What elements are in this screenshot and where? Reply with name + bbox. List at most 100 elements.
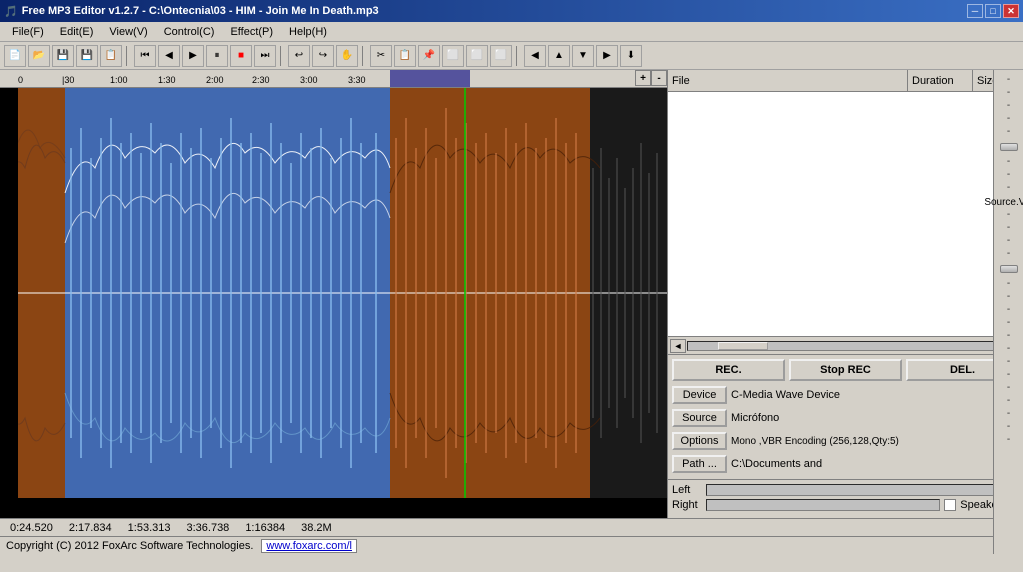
vol-dash-21: -	[1007, 382, 1010, 394]
file-col-duration[interactable]: Duration	[908, 70, 973, 91]
toolbar-new[interactable]: 📄	[4, 45, 26, 67]
toolbar-save[interactable]: 💾	[52, 45, 74, 67]
vol-dash-1: -	[1007, 74, 1010, 86]
toolbar-end[interactable]: ⏭	[254, 45, 276, 67]
menu-view[interactable]: View(V)	[101, 24, 155, 40]
toolbar-prev[interactable]: ◀	[158, 45, 180, 67]
ruler-2m: 2:00	[206, 75, 224, 85]
toolbar-stop[interactable]: ■	[230, 45, 252, 67]
toolbar-pause[interactable]: ⏸	[206, 45, 228, 67]
copyright-text: Copyright (C) 2012 FoxArc Software Techn…	[6, 540, 253, 552]
menu-bar: File(F) Edit(E) View(V) Control(C) Effec…	[0, 22, 1023, 42]
window-controls: ─ □ ✕	[967, 4, 1019, 18]
source-row: Source Micrófono	[672, 409, 1019, 427]
left-level-row: Left	[672, 484, 1019, 496]
options-row: Options Mono ,VBR Encoding (256,128,Qty:…	[672, 432, 1019, 450]
toolbar-btn6[interactable]: ▼	[572, 45, 594, 67]
toolbar-save3[interactable]: 📋	[100, 45, 122, 67]
time-3: 1:53.313	[128, 522, 171, 534]
toolbar: 📄 📂 💾 💾 📋 ⏮ ◀ ▶ ⏸ ■ ⏭ ↩ ↪ ✋ ✂ 📋 📌 ⬜ ⬜ ⬜ …	[0, 42, 1023, 70]
time-1: 0:24.520	[10, 522, 53, 534]
device-button[interactable]: Device	[672, 386, 727, 404]
level-section: Left Right Speaker.Vol	[668, 479, 1023, 518]
path-row: Path ... C:\Documents and	[672, 455, 1019, 473]
volume-knob-1[interactable]	[1000, 143, 1018, 151]
toolbar-hand[interactable]: ✋	[336, 45, 358, 67]
file-col-name[interactable]: File	[668, 70, 908, 91]
timeline-ruler: 0 |30 1:00 1:30 2:00 2:30 3:00 3:30 + -	[0, 70, 667, 88]
vol-dash-8: -	[1007, 182, 1010, 194]
toolbar-copy[interactable]: 📋	[394, 45, 416, 67]
vol-dash-25: -	[1007, 434, 1010, 446]
close-button[interactable]: ✕	[1003, 4, 1019, 18]
window-title: Free MP3 Editor v1.2.7 - C:\Ontecnia\03 …	[22, 5, 379, 17]
toolbar-btn2[interactable]: ⬜	[466, 45, 488, 67]
toolbar-btn4[interactable]: ◀	[524, 45, 546, 67]
toolbar-undo[interactable]: ↩	[288, 45, 310, 67]
scrollbar-track[interactable]	[687, 341, 1004, 351]
left-level-fill	[707, 485, 956, 495]
toolbar-btn8[interactable]: ⬇	[620, 45, 642, 67]
options-button[interactable]: Options	[672, 432, 727, 450]
source-vol-label: Source.Vol	[984, 197, 1023, 208]
statusbar: Copyright (C) 2012 FoxArc Software Techn…	[0, 536, 1023, 554]
source-button[interactable]: Source	[672, 409, 727, 427]
scrollbar-thumb[interactable]	[718, 342, 768, 350]
toolbar-btn7[interactable]: ▶	[596, 45, 618, 67]
toolbar-btn1[interactable]: ⬜	[442, 45, 464, 67]
stop-rec-button[interactable]: Stop REC	[789, 359, 902, 381]
toolbar-begin[interactable]: ⏮	[134, 45, 156, 67]
vol-dash-22: -	[1007, 395, 1010, 407]
waveform-area[interactable]: 0 |30 1:00 1:30 2:00 2:30 3:00 3:30 + -	[0, 70, 667, 518]
menu-file[interactable]: File(F)	[4, 24, 52, 40]
menu-effect[interactable]: Effect(P)	[222, 24, 281, 40]
waveform-canvas[interactable]	[0, 88, 667, 518]
zoom-controls: + -	[635, 70, 667, 86]
zoom-out-button[interactable]: -	[651, 70, 667, 86]
zoom-in-button[interactable]: +	[635, 70, 651, 86]
rec-controls: REC. Stop REC DEL. Device C-Media Wave D…	[668, 355, 1023, 479]
file-list: File Duration Size	[668, 70, 1023, 337]
right-label: Right	[672, 499, 702, 511]
vol-dash-11: -	[1007, 235, 1010, 247]
toolbar-open[interactable]: 📂	[28, 45, 50, 67]
file-size: 38.2M	[301, 522, 332, 534]
toolbar-paste[interactable]: 📌	[418, 45, 440, 67]
toolbar-cut[interactable]: ✂	[370, 45, 392, 67]
timeline-selection	[390, 70, 470, 87]
toolbar-btn5[interactable]: ▲	[548, 45, 570, 67]
vol-dash-13: -	[1007, 278, 1010, 290]
left-level-bar	[706, 484, 1019, 496]
file-list-content[interactable]	[668, 92, 1023, 336]
vol-dash-2: -	[1007, 87, 1010, 99]
speaker-checkbox[interactable]	[944, 499, 956, 511]
right-level-bar	[706, 499, 940, 511]
website-link[interactable]: www.foxarc.com/l	[261, 539, 357, 553]
ruler-3m30: 3:30	[348, 75, 366, 85]
toolbar-play[interactable]: ▶	[182, 45, 204, 67]
right-panel: File Duration Size ◄ ► REC. Stop REC DEL…	[667, 70, 1023, 518]
rec-button[interactable]: REC.	[672, 359, 785, 381]
scroll-left-button[interactable]: ◄	[670, 339, 686, 353]
toolbar-sep4	[516, 46, 520, 66]
toolbar-redo[interactable]: ↪	[312, 45, 334, 67]
vol-dash-14: -	[1007, 291, 1010, 303]
maximize-button[interactable]: □	[985, 4, 1001, 18]
path-button[interactable]: Path ...	[672, 455, 727, 473]
waveform-svg	[0, 88, 667, 518]
path-value: C:\Documents and	[731, 458, 1019, 470]
ruler-0: 0	[18, 75, 23, 85]
left-label: Left	[672, 484, 702, 496]
toolbar-btn3[interactable]: ⬜	[490, 45, 512, 67]
main-content: 0 |30 1:00 1:30 2:00 2:30 3:00 3:30 + -	[0, 70, 1023, 518]
menu-edit[interactable]: Edit(E)	[52, 24, 102, 40]
source-value: Micrófono	[731, 412, 1019, 424]
title-bar: 🎵 Free MP3 Editor v1.2.7 - C:\Ontecnia\0…	[0, 0, 1023, 22]
menu-help[interactable]: Help(H)	[281, 24, 335, 40]
menu-control[interactable]: Control(C)	[156, 24, 223, 40]
volume-knob-2[interactable]	[1000, 265, 1018, 273]
right-level-fill	[707, 500, 893, 510]
toolbar-save2[interactable]: 💾	[76, 45, 98, 67]
minimize-button[interactable]: ─	[967, 4, 983, 18]
ruler-1m30: 1:30	[158, 75, 176, 85]
